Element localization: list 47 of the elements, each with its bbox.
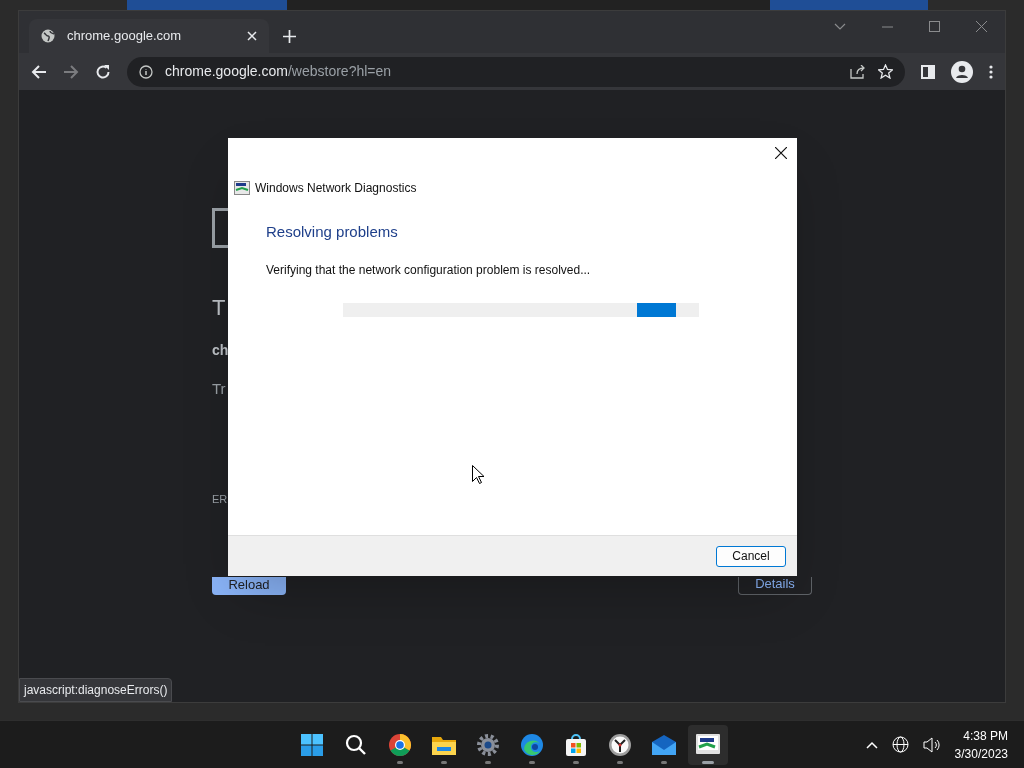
new-tab-icon[interactable] bbox=[283, 30, 296, 43]
forward-arrow-icon[interactable] bbox=[63, 63, 79, 80]
reload-button[interactable]: Reload bbox=[212, 577, 286, 595]
browser-tab[interactable]: chrome.google.com bbox=[29, 19, 269, 53]
chrome-icon bbox=[388, 733, 412, 757]
share-icon[interactable] bbox=[850, 64, 866, 79]
windows-logo-icon bbox=[300, 733, 324, 757]
heading-fragment: T bbox=[212, 297, 227, 319]
reload-icon[interactable] bbox=[95, 63, 111, 80]
chevron-up-icon[interactable] bbox=[865, 740, 878, 749]
globe-icon[interactable] bbox=[891, 736, 909, 753]
dialog-title: Windows Network Diagnostics bbox=[255, 180, 417, 197]
gear-icon bbox=[476, 733, 500, 757]
star-icon[interactable] bbox=[878, 64, 893, 79]
tab-title: chrome.google.com bbox=[67, 27, 183, 46]
maximize-icon[interactable] bbox=[929, 21, 940, 32]
clock-time: 4:38 PM bbox=[963, 727, 1008, 745]
cancel-button[interactable]: Cancel bbox=[716, 545, 786, 567]
speaker-icon[interactable] bbox=[922, 736, 941, 753]
dialog-heading: Resolving problems bbox=[266, 222, 399, 242]
status-bubble: javascript:diagnoseErrors() bbox=[19, 678, 173, 702]
chevron-down-icon[interactable] bbox=[834, 22, 846, 31]
mouse-pointer-icon bbox=[472, 465, 484, 484]
back-arrow-icon[interactable] bbox=[31, 63, 47, 80]
menu-icon[interactable] bbox=[989, 64, 993, 79]
taskbar-app-button[interactable] bbox=[688, 725, 728, 765]
clock-date: 3/30/2023 bbox=[954, 745, 1008, 763]
network-diagnostics-icon bbox=[695, 733, 721, 757]
progress-marquee bbox=[637, 302, 676, 317]
close-icon[interactable] bbox=[775, 147, 787, 159]
globe-icon bbox=[41, 29, 55, 43]
status-message: Verifying that the network configuration problem is resolved... bbox=[266, 261, 592, 279]
url-text: chrome.google.com/webstore?hl=en bbox=[165, 62, 393, 81]
mail-icon bbox=[651, 734, 677, 756]
network-diagnostics-icon bbox=[234, 181, 250, 195]
profile-icon[interactable] bbox=[951, 60, 973, 83]
side-panel-icon[interactable] bbox=[921, 64, 935, 79]
text-fragment: ER bbox=[212, 491, 229, 507]
text-fragment: ch bbox=[212, 341, 229, 360]
address-bar[interactable]: chrome.google.com/webstore?hl=en bbox=[127, 56, 905, 87]
details-button[interactable]: Details bbox=[738, 577, 812, 595]
edge-icon bbox=[520, 733, 544, 757]
store-bag-icon bbox=[564, 733, 588, 757]
text-fragment: Tr bbox=[212, 379, 227, 399]
search-icon bbox=[344, 733, 368, 757]
clock-icon bbox=[608, 733, 632, 757]
info-icon bbox=[139, 64, 153, 79]
